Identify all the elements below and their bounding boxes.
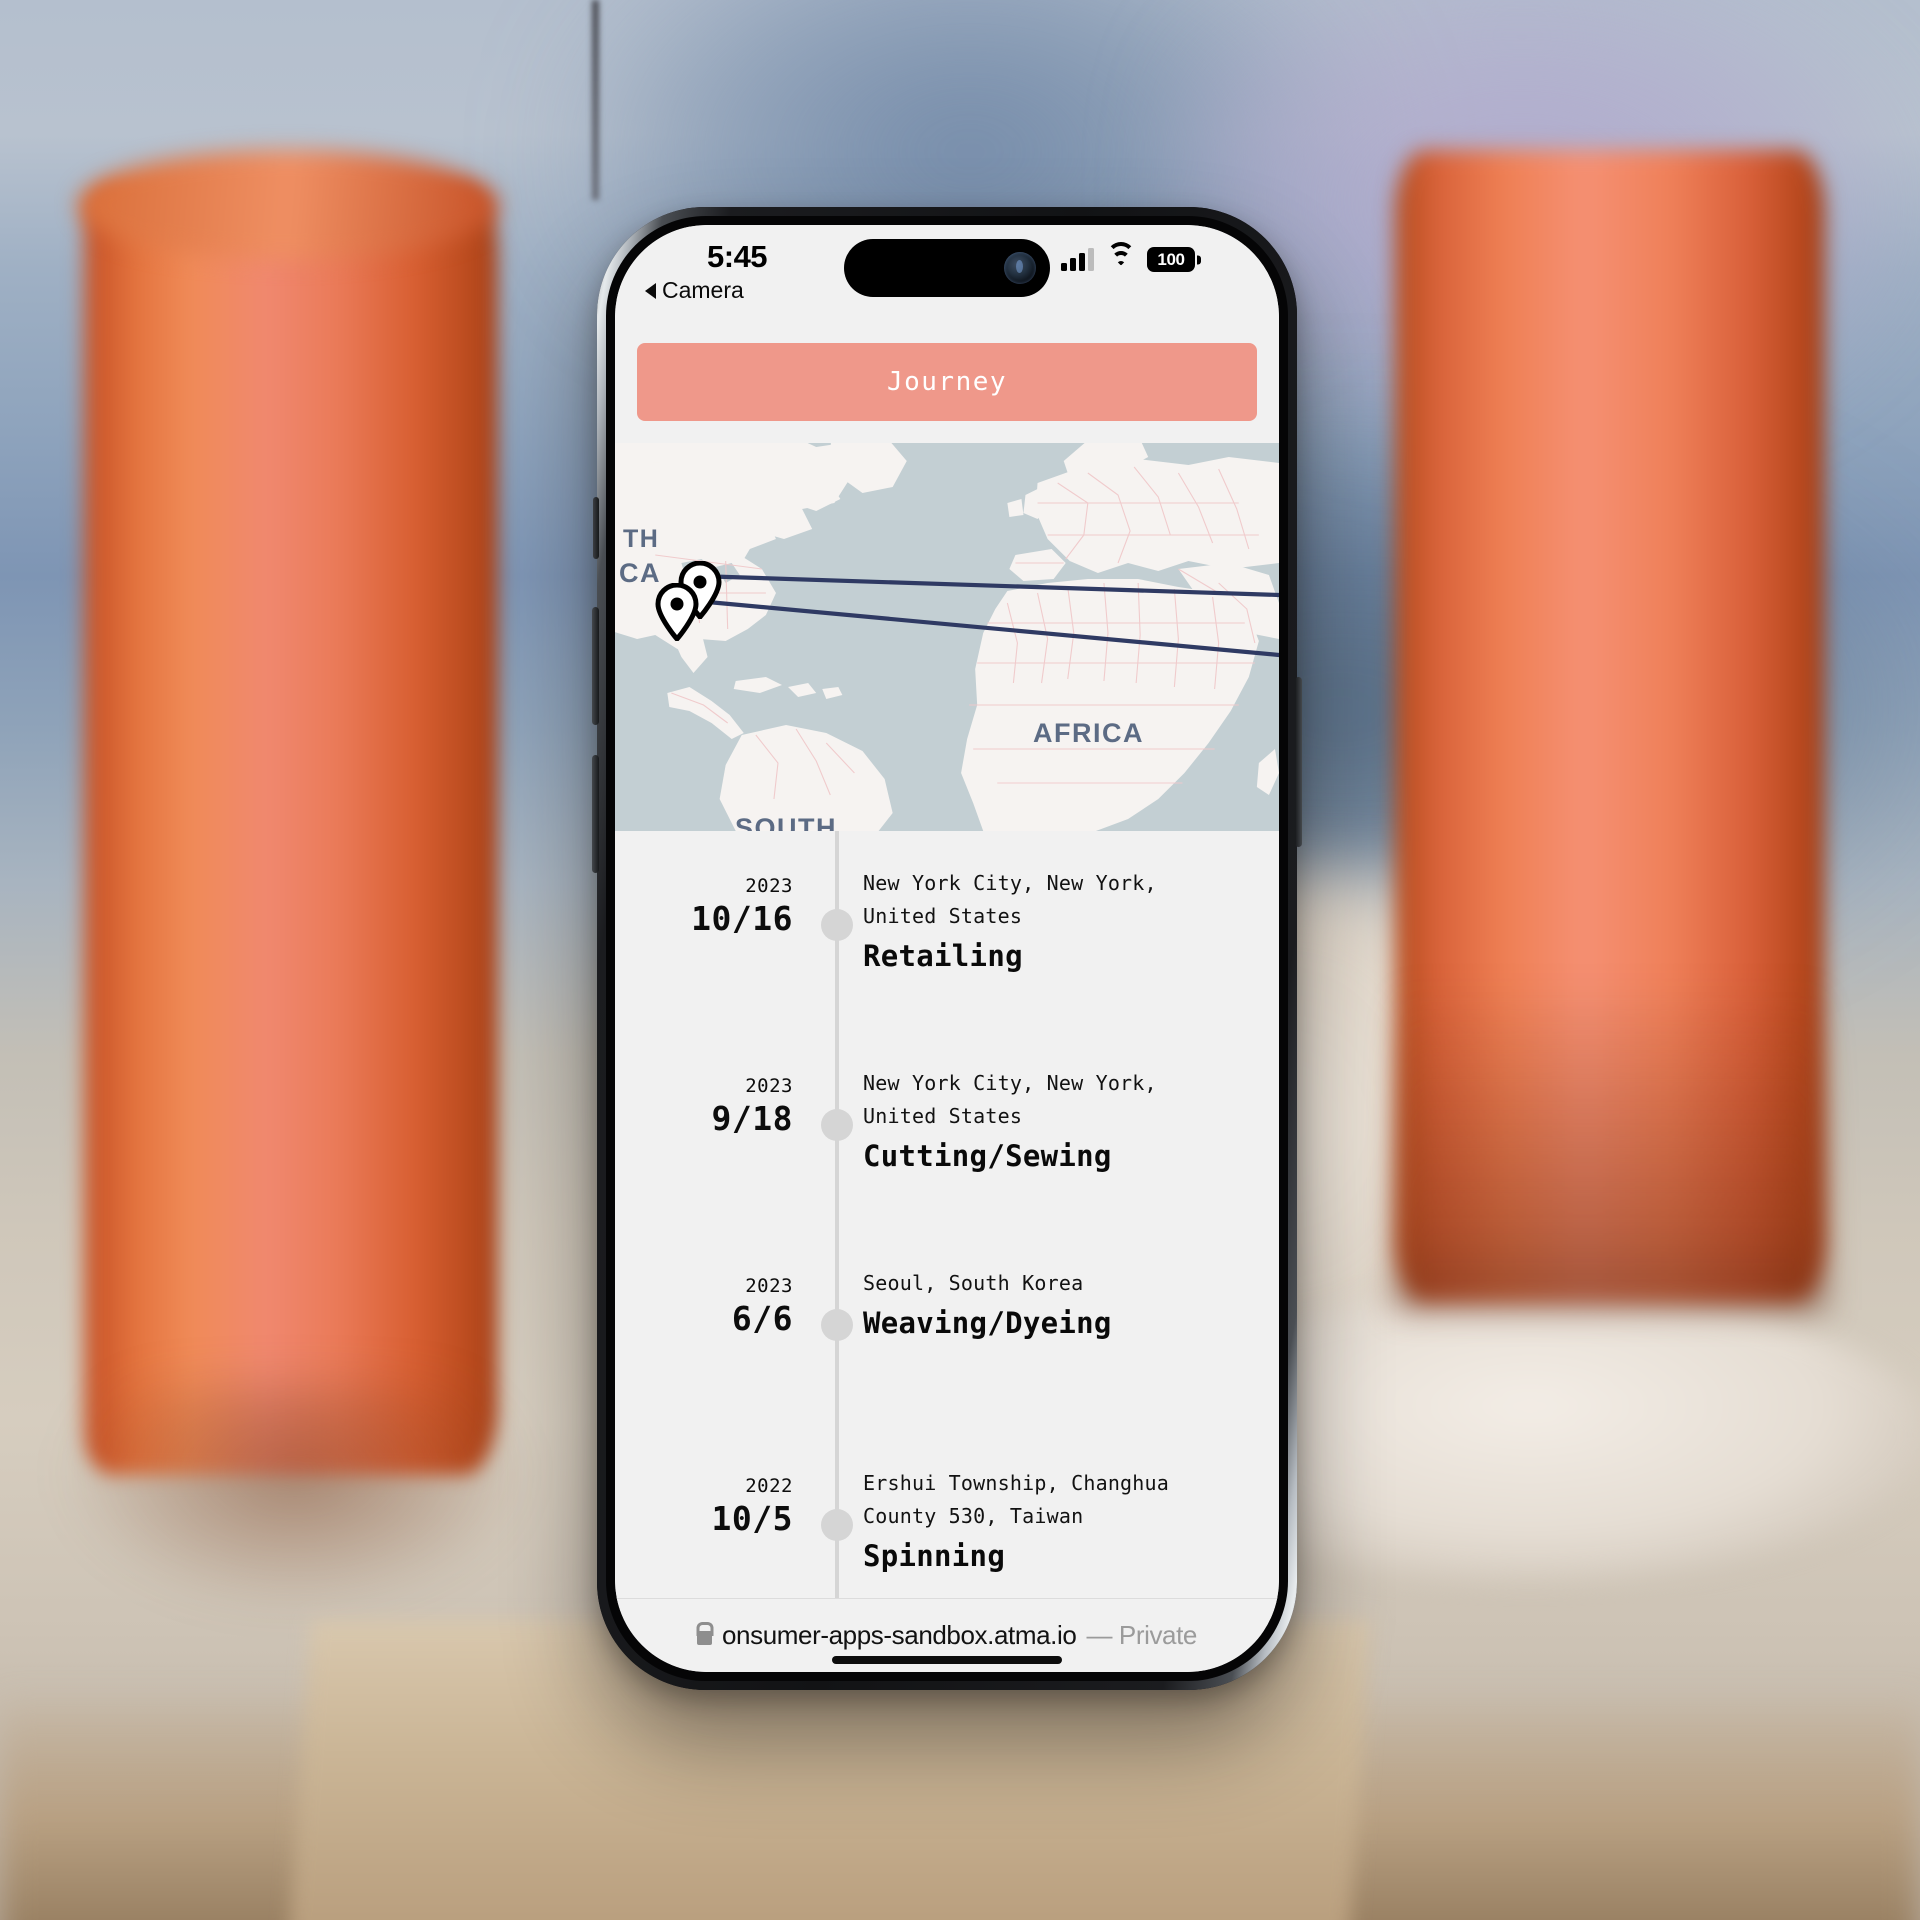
timeline-details: Seoul, South Korea Weaving/Dyeing bbox=[815, 1255, 1279, 1445]
timeline-place-line1: New York City, New York, bbox=[863, 871, 1157, 895]
timeline-stage: Spinning bbox=[863, 1539, 1006, 1573]
timeline-details: Ershui Township, Changhua County 530, Ta… bbox=[815, 1455, 1279, 1598]
timeline-entry-cutting-sewing[interactable]: 2023 9/18 New York City, New York, Unite… bbox=[615, 1045, 1279, 1245]
back-to-camera-label: Camera bbox=[662, 277, 744, 303]
map-graphic bbox=[615, 443, 1279, 831]
status-bar-time: 5:45 bbox=[707, 239, 768, 274]
timeline-day: 10/16 bbox=[691, 899, 793, 938]
timeline-entry-retailing[interactable]: 2023 10/16 New York City, New York, Unit… bbox=[615, 845, 1279, 1045]
timeline-year: 2023 bbox=[745, 1275, 793, 1297]
lock-icon bbox=[697, 1631, 712, 1645]
wifi-icon bbox=[1106, 241, 1135, 271]
silence-switch[interactable] bbox=[593, 497, 599, 559]
journey-timeline: 2023 10/16 New York City, New York, Unit… bbox=[615, 831, 1279, 1598]
dynamic-island bbox=[844, 239, 1050, 297]
power-button[interactable] bbox=[1295, 677, 1302, 847]
photo-scene: 5:45 Camera 100 Journey TH CA AFRICA SOU… bbox=[0, 0, 1920, 1920]
timeline-place-line2: United States bbox=[863, 1104, 1023, 1128]
map-pin-2[interactable] bbox=[655, 583, 699, 641]
journey-map[interactable]: TH CA AFRICA SOUTH bbox=[615, 443, 1279, 831]
status-bar: 5:45 Camera 100 bbox=[615, 225, 1279, 321]
timeline-dot bbox=[821, 1309, 853, 1341]
timeline-place-line1: New York City, New York, bbox=[863, 1071, 1157, 1095]
timeline-place-line1: Seoul, South Korea bbox=[863, 1271, 1084, 1295]
timeline-date: 2023 6/6 bbox=[615, 1255, 815, 1445]
journey-header-banner: Journey bbox=[637, 343, 1257, 421]
timeline-date: 2023 9/18 bbox=[615, 1055, 815, 1245]
browser-url-bar[interactable]: onsumer-apps-sandbox.atma.io — Private bbox=[615, 1598, 1279, 1672]
timeline-entry-spinning[interactable]: 2022 10/5 Ershui Township, Changhua Coun… bbox=[615, 1445, 1279, 1598]
home-indicator[interactable] bbox=[832, 1656, 1062, 1664]
volume-up-button[interactable] bbox=[592, 607, 599, 725]
cellular-signal-icon bbox=[1061, 247, 1094, 271]
timeline-details: New York City, New York, United States C… bbox=[815, 1055, 1279, 1245]
battery-icon: 100 bbox=[1147, 247, 1195, 272]
thread-spool-left-shadow bbox=[60, 1380, 530, 1610]
web-page-content: Journey TH CA AFRICA SOUTH 2023 10/16 Ne… bbox=[615, 321, 1279, 1598]
timeline-dot bbox=[821, 1509, 853, 1541]
private-badge: — Private bbox=[1086, 1620, 1197, 1650]
map-label-africa: AFRICA bbox=[1033, 718, 1144, 748]
front-camera-icon bbox=[1004, 252, 1036, 284]
timeline-date: 2023 10/16 bbox=[615, 855, 815, 1045]
phone-device: 5:45 Camera 100 Journey TH CA AFRICA SOU… bbox=[592, 207, 1302, 1690]
status-bar-indicators: 100 bbox=[1061, 241, 1195, 272]
thread-spool-left-top bbox=[78, 150, 498, 260]
timeline-place-line2: County 530, Taiwan bbox=[863, 1504, 1084, 1528]
timeline-stage: Retailing bbox=[863, 939, 1023, 973]
triangle-left-icon bbox=[645, 282, 656, 299]
timeline-dot bbox=[821, 909, 853, 941]
page-title: Journey bbox=[886, 367, 1008, 397]
thread-spool-left bbox=[78, 185, 498, 1475]
back-to-camera-link[interactable]: Camera bbox=[645, 277, 744, 304]
timeline-dot bbox=[821, 1109, 853, 1141]
timeline-place-line1: Ershui Township, Changhua bbox=[863, 1471, 1170, 1495]
map-label-north-america-line1: TH bbox=[623, 525, 660, 553]
timeline-details: New York City, New York, United States R… bbox=[815, 855, 1279, 1045]
timeline-place-line2: United States bbox=[863, 904, 1023, 928]
timeline-year: 2022 bbox=[745, 1475, 793, 1497]
thread-spool-right-shading bbox=[1395, 980, 1825, 1310]
sewing-needle-thread bbox=[592, 0, 599, 200]
volume-down-button[interactable] bbox=[592, 755, 599, 873]
timeline-stage: Cutting/Sewing bbox=[863, 1139, 1112, 1173]
timeline-year: 2023 bbox=[745, 875, 793, 897]
map-label-south-america: SOUTH bbox=[735, 813, 837, 831]
url-text: onsumer-apps-sandbox.atma.io bbox=[722, 1620, 1077, 1650]
timeline-year: 2023 bbox=[745, 1075, 793, 1097]
timeline-date: 2022 10/5 bbox=[615, 1455, 815, 1598]
timeline-stage: Weaving/Dyeing bbox=[863, 1306, 1112, 1340]
timeline-day: 10/5 bbox=[711, 1499, 793, 1538]
timeline-day: 6/6 bbox=[731, 1299, 793, 1338]
timeline-entry-weaving-dyeing[interactable]: 2023 6/6 Seoul, South Korea Weaving/Dyei… bbox=[615, 1245, 1279, 1445]
battery-level-label: 100 bbox=[1157, 249, 1185, 269]
phone-screen: 5:45 Camera 100 Journey TH CA AFRICA SOU… bbox=[615, 225, 1279, 1672]
timeline-day: 9/18 bbox=[711, 1099, 793, 1138]
